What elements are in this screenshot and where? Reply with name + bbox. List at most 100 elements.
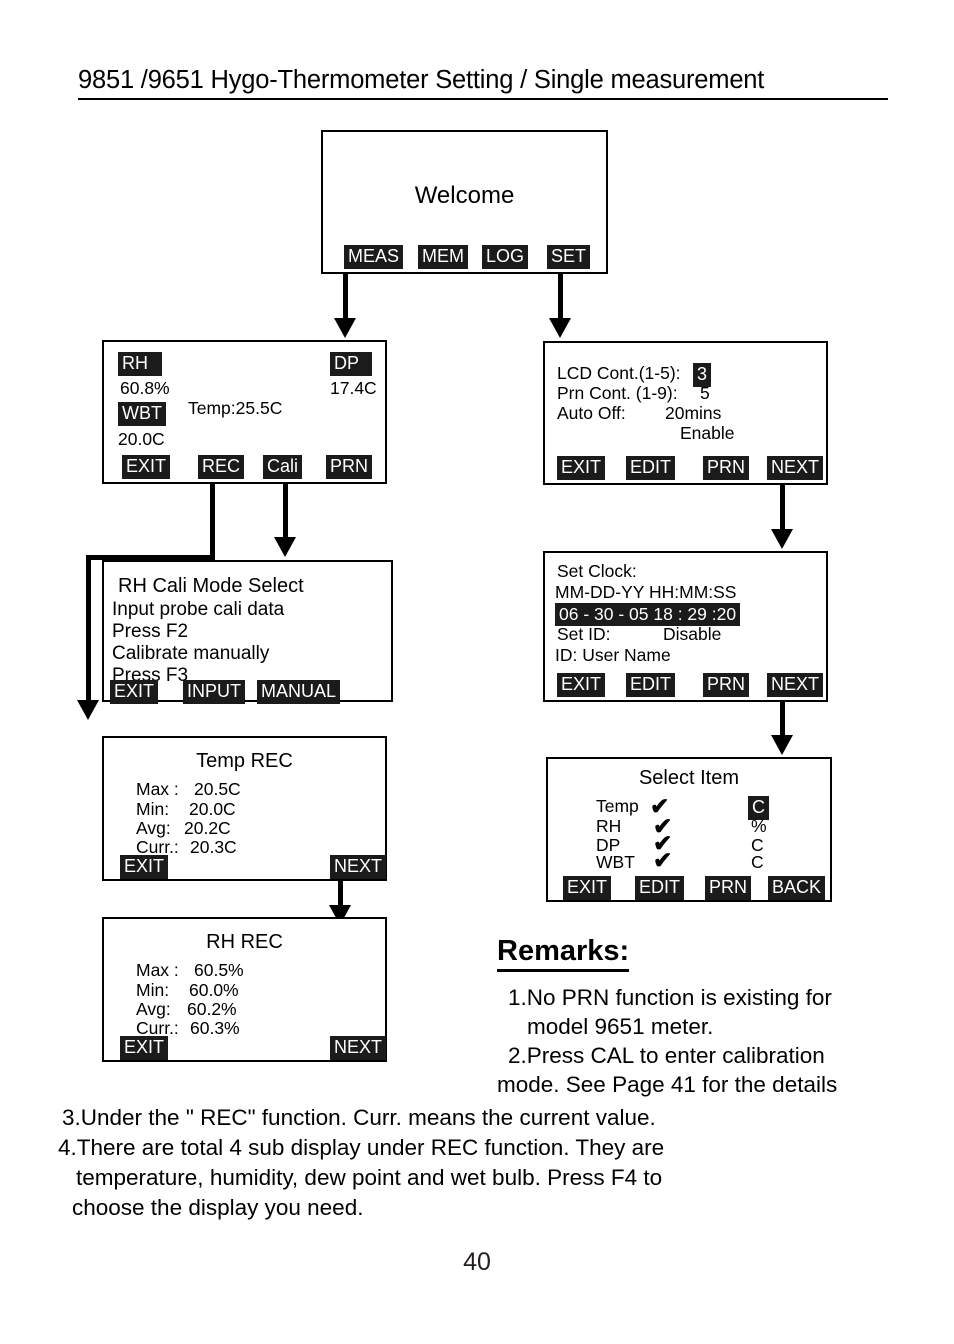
measurement-dp-value: 17.4C: [330, 378, 377, 398]
softkey-exit[interactable]: EXIT: [563, 876, 612, 900]
softkey-rec[interactable]: REC: [198, 455, 245, 479]
rh-rec-curr-value: 60.3%: [190, 1018, 240, 1038]
lcd-contrast-label: LCD Cont.(1-5):: [557, 363, 681, 383]
softkey-edit[interactable]: EDIT: [626, 456, 676, 480]
softkey-meas[interactable]: MEAS: [344, 245, 404, 269]
softkey-exit[interactable]: EXIT: [557, 673, 606, 697]
rh-rec-max-value: 60.5%: [194, 960, 244, 980]
set-clock-format: MM-DD-YY HH:MM:SS: [555, 582, 737, 602]
softkey-edit[interactable]: EDIT: [635, 876, 685, 900]
softkey-log[interactable]: LOG: [482, 245, 529, 269]
screen-select-item: Select Item Temp ✔ C RH ✔ % DP ✔ C WBT ✔…: [546, 757, 832, 902]
connector-rec-vertical-long: [86, 555, 91, 703]
softkey-manual[interactable]: MANUAL: [257, 680, 341, 704]
softkey-exit[interactable]: EXIT: [120, 855, 169, 879]
select-item-row-temp-label: Temp: [596, 796, 639, 816]
select-item-title: Select Item: [638, 767, 740, 789]
connector-rec-arrow-head: [77, 700, 99, 720]
temp-rec-avg-label: Avg:: [136, 818, 171, 838]
rh-rec-title: RH REC: [206, 931, 283, 953]
remark-line-6: 4.There are total 4 sub display under RE…: [58, 1135, 665, 1160]
rh-rec-avg-value: 60.2%: [187, 999, 237, 1019]
select-item-row-wbt-unit: C: [751, 852, 764, 872]
softkey-next[interactable]: NEXT: [330, 855, 387, 879]
softkey-next[interactable]: NEXT: [767, 456, 824, 480]
remark-line-8: choose the display you need.: [72, 1195, 364, 1220]
screen-lcd-settings: LCD Cont.(1-5): 3 Prn Cont. (1-9): 5 Aut…: [543, 341, 828, 485]
arrow-welcome-to-lcd-line: [558, 274, 563, 322]
prn-contrast-value: 5: [700, 383, 710, 403]
set-id-label: Set ID:: [557, 624, 611, 644]
arrow-welcome-to-measurement-head: [334, 318, 356, 338]
softkey-prn[interactable]: PRN: [703, 673, 750, 697]
remark-line-2: model 9651 meter.: [527, 1014, 714, 1039]
select-item-row-rh-label: RH: [596, 816, 622, 836]
set-clock-value[interactable]: 06 - 30 - 05 18 : 29 :20: [555, 603, 741, 627]
page-title: 9851 /9651 Hygo-Thermometer Setting / Si…: [78, 66, 888, 100]
measurement-wbt-label: WBT: [118, 402, 166, 426]
temp-rec-min-value: 20.0C: [189, 799, 236, 819]
softkey-cali[interactable]: Cali: [263, 455, 303, 479]
arrow-lcd-to-clock-head: [771, 529, 793, 549]
softkey-prn[interactable]: PRN: [705, 876, 752, 900]
arrow-welcome-to-lcd-head: [549, 318, 571, 338]
softkey-prn[interactable]: PRN: [326, 455, 373, 479]
temp-rec-curr-value: 20.3C: [190, 837, 237, 857]
rh-cali-line3: Calibrate manually: [112, 643, 270, 664]
arrow-welcome-to-measurement-line: [343, 274, 348, 322]
remark-line-7: temperature, humidity, dew point and wet…: [76, 1165, 663, 1190]
set-clock-id-line: ID: User Name: [555, 645, 671, 665]
temp-rec-max-label: Max :: [136, 779, 179, 799]
manual-page: 9851 /9651 Hygo-Thermometer Setting / Si…: [0, 0, 954, 1344]
temp-rec-avg-value: 20.2C: [184, 818, 231, 838]
arrow-clock-to-select-line: [780, 702, 785, 739]
screen-temp-rec: Temp REC Max : 20.5C Min: 20.0C Avg: 20.…: [102, 736, 387, 881]
screen-set-clock: Set Clock: MM-DD-YY HH:MM:SS 06 - 30 - 0…: [543, 551, 828, 702]
softkey-input[interactable]: INPUT: [183, 680, 245, 704]
screen-rh-rec: RH REC Max : 60.5% Min: 60.0% Avg: 60.2%…: [102, 917, 387, 1062]
temp-rec-max-value: 20.5C: [194, 779, 241, 799]
remark-line-5: 3.Under the " REC" function. Curr. means…: [62, 1105, 656, 1130]
select-item-row-wbt-label: WBT: [596, 852, 635, 872]
arrow-cali-to-rhcali-line: [283, 484, 288, 541]
rh-rec-min-value: 60.0%: [189, 980, 239, 1000]
softkey-exit[interactable]: EXIT: [122, 455, 171, 479]
softkey-set[interactable]: SET: [547, 245, 591, 269]
measurement-temp-value: Temp:25.5C: [188, 398, 283, 418]
softkey-exit[interactable]: EXIT: [120, 1036, 169, 1060]
measurement-dp-label: DP: [330, 352, 372, 376]
measurement-rh-label: RH: [118, 352, 162, 376]
screen-welcome: Welcome MEAS MEM LOG SET: [321, 130, 608, 274]
rh-rec-avg-label: Avg:: [136, 999, 171, 1019]
measurement-wbt-value: 20.0C: [118, 429, 165, 449]
arrow-clock-to-select-head: [771, 735, 793, 755]
softkey-edit[interactable]: EDIT: [626, 673, 676, 697]
rh-rec-max-label: Max :: [136, 960, 179, 980]
screen-rh-cali-mode: RH Cali Mode Select Input probe cali dat…: [102, 560, 393, 704]
remarks-heading: Remarks:: [497, 935, 630, 972]
softkey-next[interactable]: NEXT: [330, 1036, 387, 1060]
remark-line-1: 1.No PRN function is existing for: [508, 985, 832, 1010]
softkey-mem[interactable]: MEM: [418, 245, 468, 269]
remark-line-3: 2.Press CAL to enter calibration: [508, 1043, 825, 1068]
rh-cali-line1: Input probe cali data: [112, 599, 285, 620]
softkey-exit[interactable]: EXIT: [557, 456, 606, 480]
arrow-lcd-to-clock-line: [780, 485, 785, 533]
softkey-exit[interactable]: EXIT: [110, 680, 159, 704]
auto-off-label: Auto Off:: [557, 403, 626, 423]
connector-rec-vertical-stub: [210, 484, 215, 560]
auto-off-value: 20mins: [665, 403, 722, 423]
softkey-next[interactable]: NEXT: [767, 673, 824, 697]
welcome-title: Welcome: [414, 182, 515, 209]
set-id-value: Disable: [663, 624, 722, 644]
softkey-back[interactable]: BACK: [768, 876, 826, 900]
temp-rec-title: Temp REC: [196, 750, 293, 772]
temp-rec-min-label: Min:: [136, 799, 170, 819]
screen-measurement: RH 60.8% DP 17.4C Temp:25.5C WBT 20.0C E…: [102, 340, 387, 484]
arrow-cali-to-rhcali-head: [274, 537, 296, 557]
rh-cali-line2: Press F2: [112, 621, 189, 642]
measurement-rh-value: 60.8%: [120, 378, 170, 398]
select-item-row-wbt-check[interactable]: ✔: [653, 849, 672, 872]
set-clock-title: Set Clock:: [557, 561, 637, 581]
softkey-prn[interactable]: PRN: [703, 456, 750, 480]
